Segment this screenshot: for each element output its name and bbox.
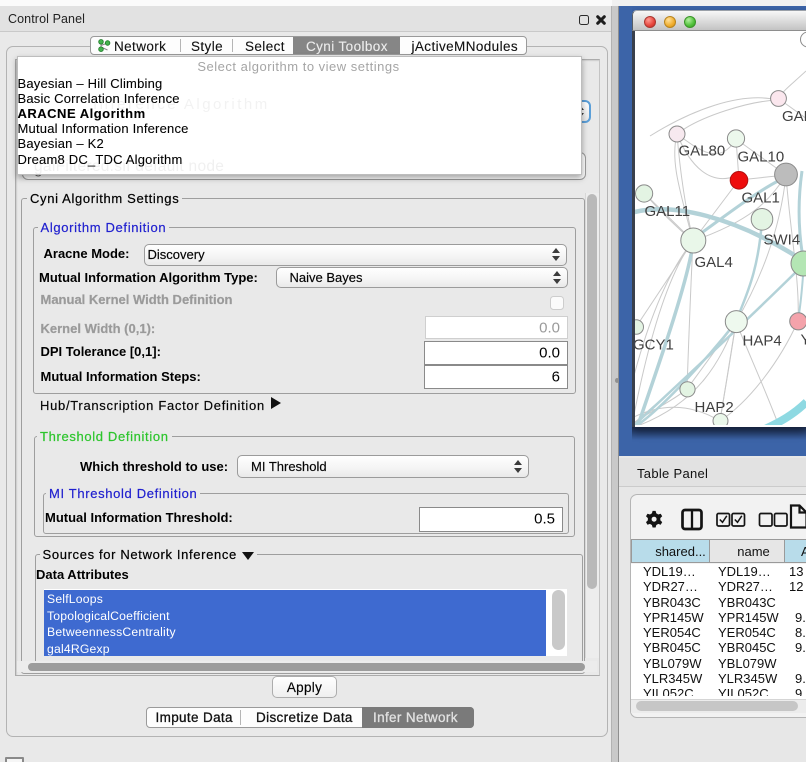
svg-text:GAL11: GAL11 bbox=[644, 203, 690, 220]
svg-text:SWI4: SWI4 bbox=[763, 232, 800, 249]
svg-text:Y: Y bbox=[800, 332, 806, 349]
svg-text:GAL4: GAL4 bbox=[694, 254, 732, 271]
svg-text:HAP2: HAP2 bbox=[694, 399, 733, 416]
svg-text:HAP4: HAP4 bbox=[742, 333, 781, 350]
svg-text:GAL: GAL bbox=[782, 108, 806, 125]
svg-text:GAL10: GAL10 bbox=[737, 149, 784, 166]
svg-text:GCY1: GCY1 bbox=[633, 337, 674, 354]
svg-text:GAL1: GAL1 bbox=[741, 190, 779, 207]
svg-text:GAL80: GAL80 bbox=[678, 143, 725, 160]
